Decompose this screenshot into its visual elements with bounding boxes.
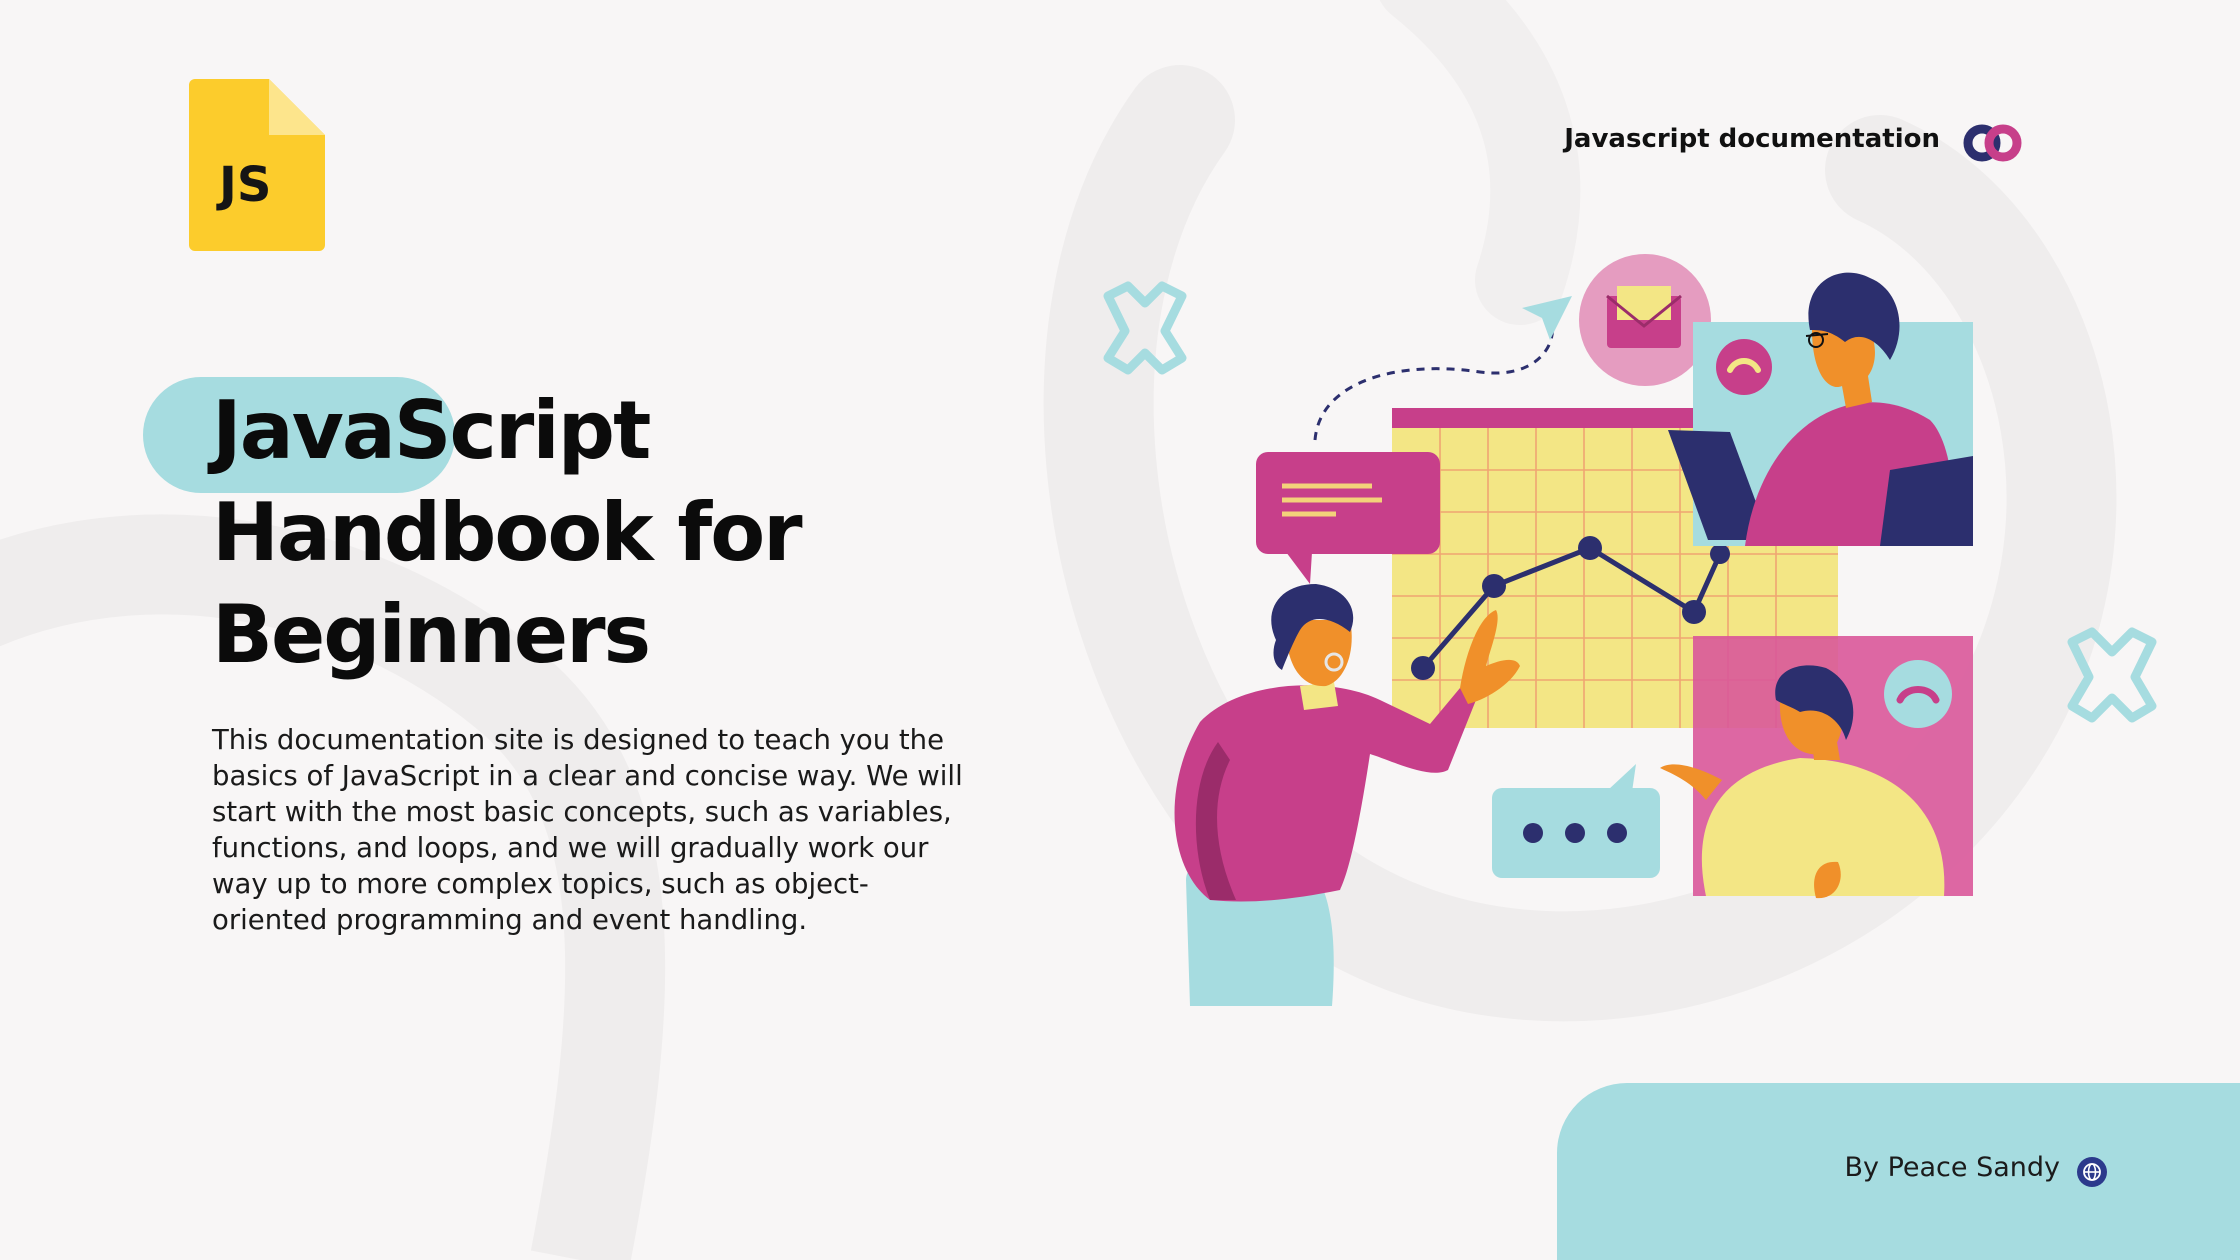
intro-description: This documentation site is designed to t… (212, 724, 963, 936)
header-title[interactable]: Javascript documentation (1540, 124, 1940, 154)
js-file-icon: JS (189, 79, 325, 251)
video-call-card-bottom (1660, 636, 1973, 899)
page-title: JavaScript Handbook for Beginners (212, 380, 932, 686)
infinity-logo-icon[interactable] (1960, 123, 2026, 163)
typing-bubble-icon (1492, 764, 1660, 878)
envelope-icon (1579, 254, 1711, 386)
page-title-line-3: Beginners (212, 588, 651, 681)
author-credit: By Peace Sandy (1844, 1152, 2060, 1183)
x-mark-icon (2067, 627, 2157, 723)
js-logo-text: JS (219, 157, 272, 213)
page-title-line-1: JavaScript (212, 384, 651, 477)
x-mark-icon (1103, 281, 1187, 375)
video-call-card-top (1668, 272, 1973, 546)
page-title-line-2: Handbook for (212, 486, 803, 579)
team-analytics-illustration (1103, 254, 2157, 1006)
paper-plane-icon (1522, 296, 1572, 340)
globe-icon[interactable] (2076, 1156, 2108, 1188)
